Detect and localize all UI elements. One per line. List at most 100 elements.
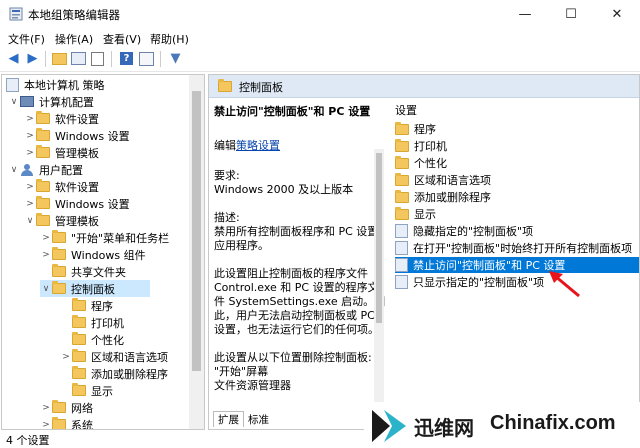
expand-arrow-icon[interactable]: ∨ xyxy=(24,216,36,226)
tree-item-personalization[interactable]: 个性化 xyxy=(72,331,124,348)
export-list-icon[interactable] xyxy=(89,51,106,66)
list-item-label: 显示 xyxy=(414,208,436,221)
collapse-arrow-icon[interactable]: > xyxy=(24,131,36,141)
help-icon[interactable]: ? xyxy=(118,51,135,66)
tree-item-control-panel[interactable]: ∨ 控制面板 xyxy=(40,280,150,297)
tree-scrollbar-thumb[interactable] xyxy=(192,91,201,371)
watermark-brand: 迅维网 xyxy=(414,416,474,440)
tree-item-programs[interactable]: 程序 xyxy=(72,297,113,314)
list-item-label: 禁止访问"控制面板"和 PC 设置 xyxy=(413,259,566,272)
menu-view[interactable]: 查看(V) xyxy=(103,31,141,47)
expand-arrow-icon[interactable]: ∨ xyxy=(8,165,20,175)
edit-policy-link[interactable]: 策略设置 xyxy=(236,139,280,152)
expand-arrow-icon[interactable]: ∨ xyxy=(40,284,52,294)
filter-icon[interactable]: ▼ xyxy=(167,51,184,66)
tree-label: 本地计算机 策略 xyxy=(24,78,105,92)
folder-icon xyxy=(36,179,50,192)
description-scrollbar-thumb[interactable] xyxy=(376,153,382,323)
list-item-label: 区域和语言选项 xyxy=(414,174,491,187)
list-item-folder[interactable]: 程序 xyxy=(395,121,436,137)
list-item-policy[interactable]: 隐藏指定的"控制面板"项 xyxy=(395,223,533,239)
list-item-folder[interactable]: 区域和语言选项 xyxy=(395,172,491,188)
collapse-arrow-icon[interactable]: > xyxy=(40,420,52,430)
list-item-policy[interactable]: 在打开"控制面板"时始终打开所有控制面板项 xyxy=(395,240,632,256)
policy-setting-icon xyxy=(395,224,408,238)
expand-arrow-icon[interactable]: ∨ xyxy=(8,97,20,107)
tree-item-display[interactable]: 显示 xyxy=(72,382,113,399)
collapse-arrow-icon[interactable]: > xyxy=(60,352,72,362)
tree-item-admin-templates[interactable]: ∨ 管理模板 xyxy=(24,212,99,229)
computer-icon xyxy=(20,96,34,107)
menu-file[interactable]: 文件(F) xyxy=(8,31,45,47)
description-line: 设置，也无法运行它们的任何项。 xyxy=(214,323,379,336)
tree-item-add-remove-programs[interactable]: 添加或删除程序 xyxy=(72,365,168,382)
watermark-site: Chinafix.com xyxy=(490,412,616,434)
close-button[interactable]: ✕ xyxy=(594,0,640,28)
tree-item-computer-config[interactable]: ∨ 计算机配置 xyxy=(8,93,94,110)
folder-icon xyxy=(218,79,232,92)
toolbar-separator xyxy=(45,51,46,67)
edit-prefix: 编辑 xyxy=(214,139,236,152)
list-item-folder[interactable]: 个性化 xyxy=(395,155,447,171)
tree-item-root[interactable]: 本地计算机 策略 xyxy=(6,76,105,93)
details-header-title: 控制面板 xyxy=(239,81,283,94)
collapse-arrow-icon[interactable]: > xyxy=(24,148,36,158)
list-item-folder[interactable]: 显示 xyxy=(395,206,436,222)
folder-icon xyxy=(72,315,86,328)
tree-scrollbar[interactable] xyxy=(189,75,204,429)
back-arrow-icon[interactable]: ◀ xyxy=(5,51,22,66)
tree-item-start-menu[interactable]: > "开始"菜单和任务栏 xyxy=(40,229,169,246)
tab-standard[interactable]: 标准 xyxy=(244,412,273,427)
tree-item-admin-templates[interactable]: > 管理模板 xyxy=(24,144,99,161)
list-item-policy-selected[interactable]: 禁止访问"控制面板"和 PC 设置 xyxy=(395,257,639,273)
toolbar-separator xyxy=(160,51,161,67)
tree-item-software-settings[interactable]: > 软件设置 xyxy=(24,178,99,195)
folder-icon xyxy=(72,349,86,362)
tree-item-region-language[interactable]: > 区域和语言选项 xyxy=(60,348,168,365)
folder-icon xyxy=(72,332,86,345)
tree-item-windows-settings[interactable]: > Windows 设置 xyxy=(24,127,130,144)
list-header-setting[interactable]: 设置 xyxy=(395,102,417,118)
folder-icon xyxy=(395,121,409,135)
collapse-arrow-icon[interactable]: > xyxy=(24,199,36,209)
tree-label: 打印机 xyxy=(91,316,124,330)
list-item-policy[interactable]: 只显示指定的"控制面板"项 xyxy=(395,274,544,290)
list-item-folder[interactable]: 打印机 xyxy=(395,138,447,154)
policy-title: 禁止访问"控制面板"和 PC 设置 xyxy=(214,105,371,118)
collapse-arrow-icon[interactable]: > xyxy=(40,250,52,260)
list-item-folder[interactable]: 添加或删除程序 xyxy=(395,189,491,205)
tree-item-software-settings[interactable]: > 软件设置 xyxy=(24,110,99,127)
policy-setting-icon xyxy=(395,241,408,255)
requirements-value: Windows 2000 及以上版本 xyxy=(214,183,354,196)
tree-item-network[interactable]: > 网络 xyxy=(40,399,93,416)
forward-arrow-icon[interactable]: ▶ xyxy=(24,51,41,66)
edit-policy-line: 编辑策略设置 xyxy=(214,137,280,153)
tree-label: Windows 设置 xyxy=(55,129,130,143)
tree-label: 个性化 xyxy=(91,333,124,347)
properties-icon[interactable] xyxy=(138,51,155,66)
menu-action[interactable]: 操作(A) xyxy=(55,31,93,47)
collapse-arrow-icon[interactable]: > xyxy=(40,403,52,413)
tree-label: 用户配置 xyxy=(39,163,83,177)
tree-label: 区域和语言选项 xyxy=(91,350,168,364)
tab-extended[interactable]: 扩展 xyxy=(213,411,244,427)
maximize-button[interactable]: ☐ xyxy=(548,0,594,28)
folder-icon xyxy=(395,206,409,220)
folder-icon xyxy=(36,128,50,141)
up-folder-icon[interactable] xyxy=(51,51,68,66)
tree-item-printers[interactable]: 打印机 xyxy=(72,314,124,331)
description-line: 文件资源管理器 xyxy=(214,379,291,392)
collapse-arrow-icon[interactable]: > xyxy=(24,114,36,124)
description-scrollbar[interactable] xyxy=(374,149,384,411)
tree-item-shared-folders[interactable]: 共享文件夹 xyxy=(52,263,126,280)
tree-item-windows-components[interactable]: > Windows 组件 xyxy=(40,246,146,263)
collapse-arrow-icon[interactable]: > xyxy=(24,182,36,192)
tree-item-user-config[interactable]: ∨ 用户配置 xyxy=(8,161,83,178)
minimize-button[interactable]: — xyxy=(502,0,548,28)
tree-label: 管理模板 xyxy=(55,214,99,228)
menu-help[interactable]: 帮助(H) xyxy=(150,31,189,47)
collapse-arrow-icon[interactable]: > xyxy=(40,233,52,243)
tree-item-windows-settings[interactable]: > Windows 设置 xyxy=(24,195,130,212)
show-hide-tree-icon[interactable] xyxy=(70,51,87,66)
tree-item-system[interactable]: > 系统 xyxy=(40,416,93,430)
